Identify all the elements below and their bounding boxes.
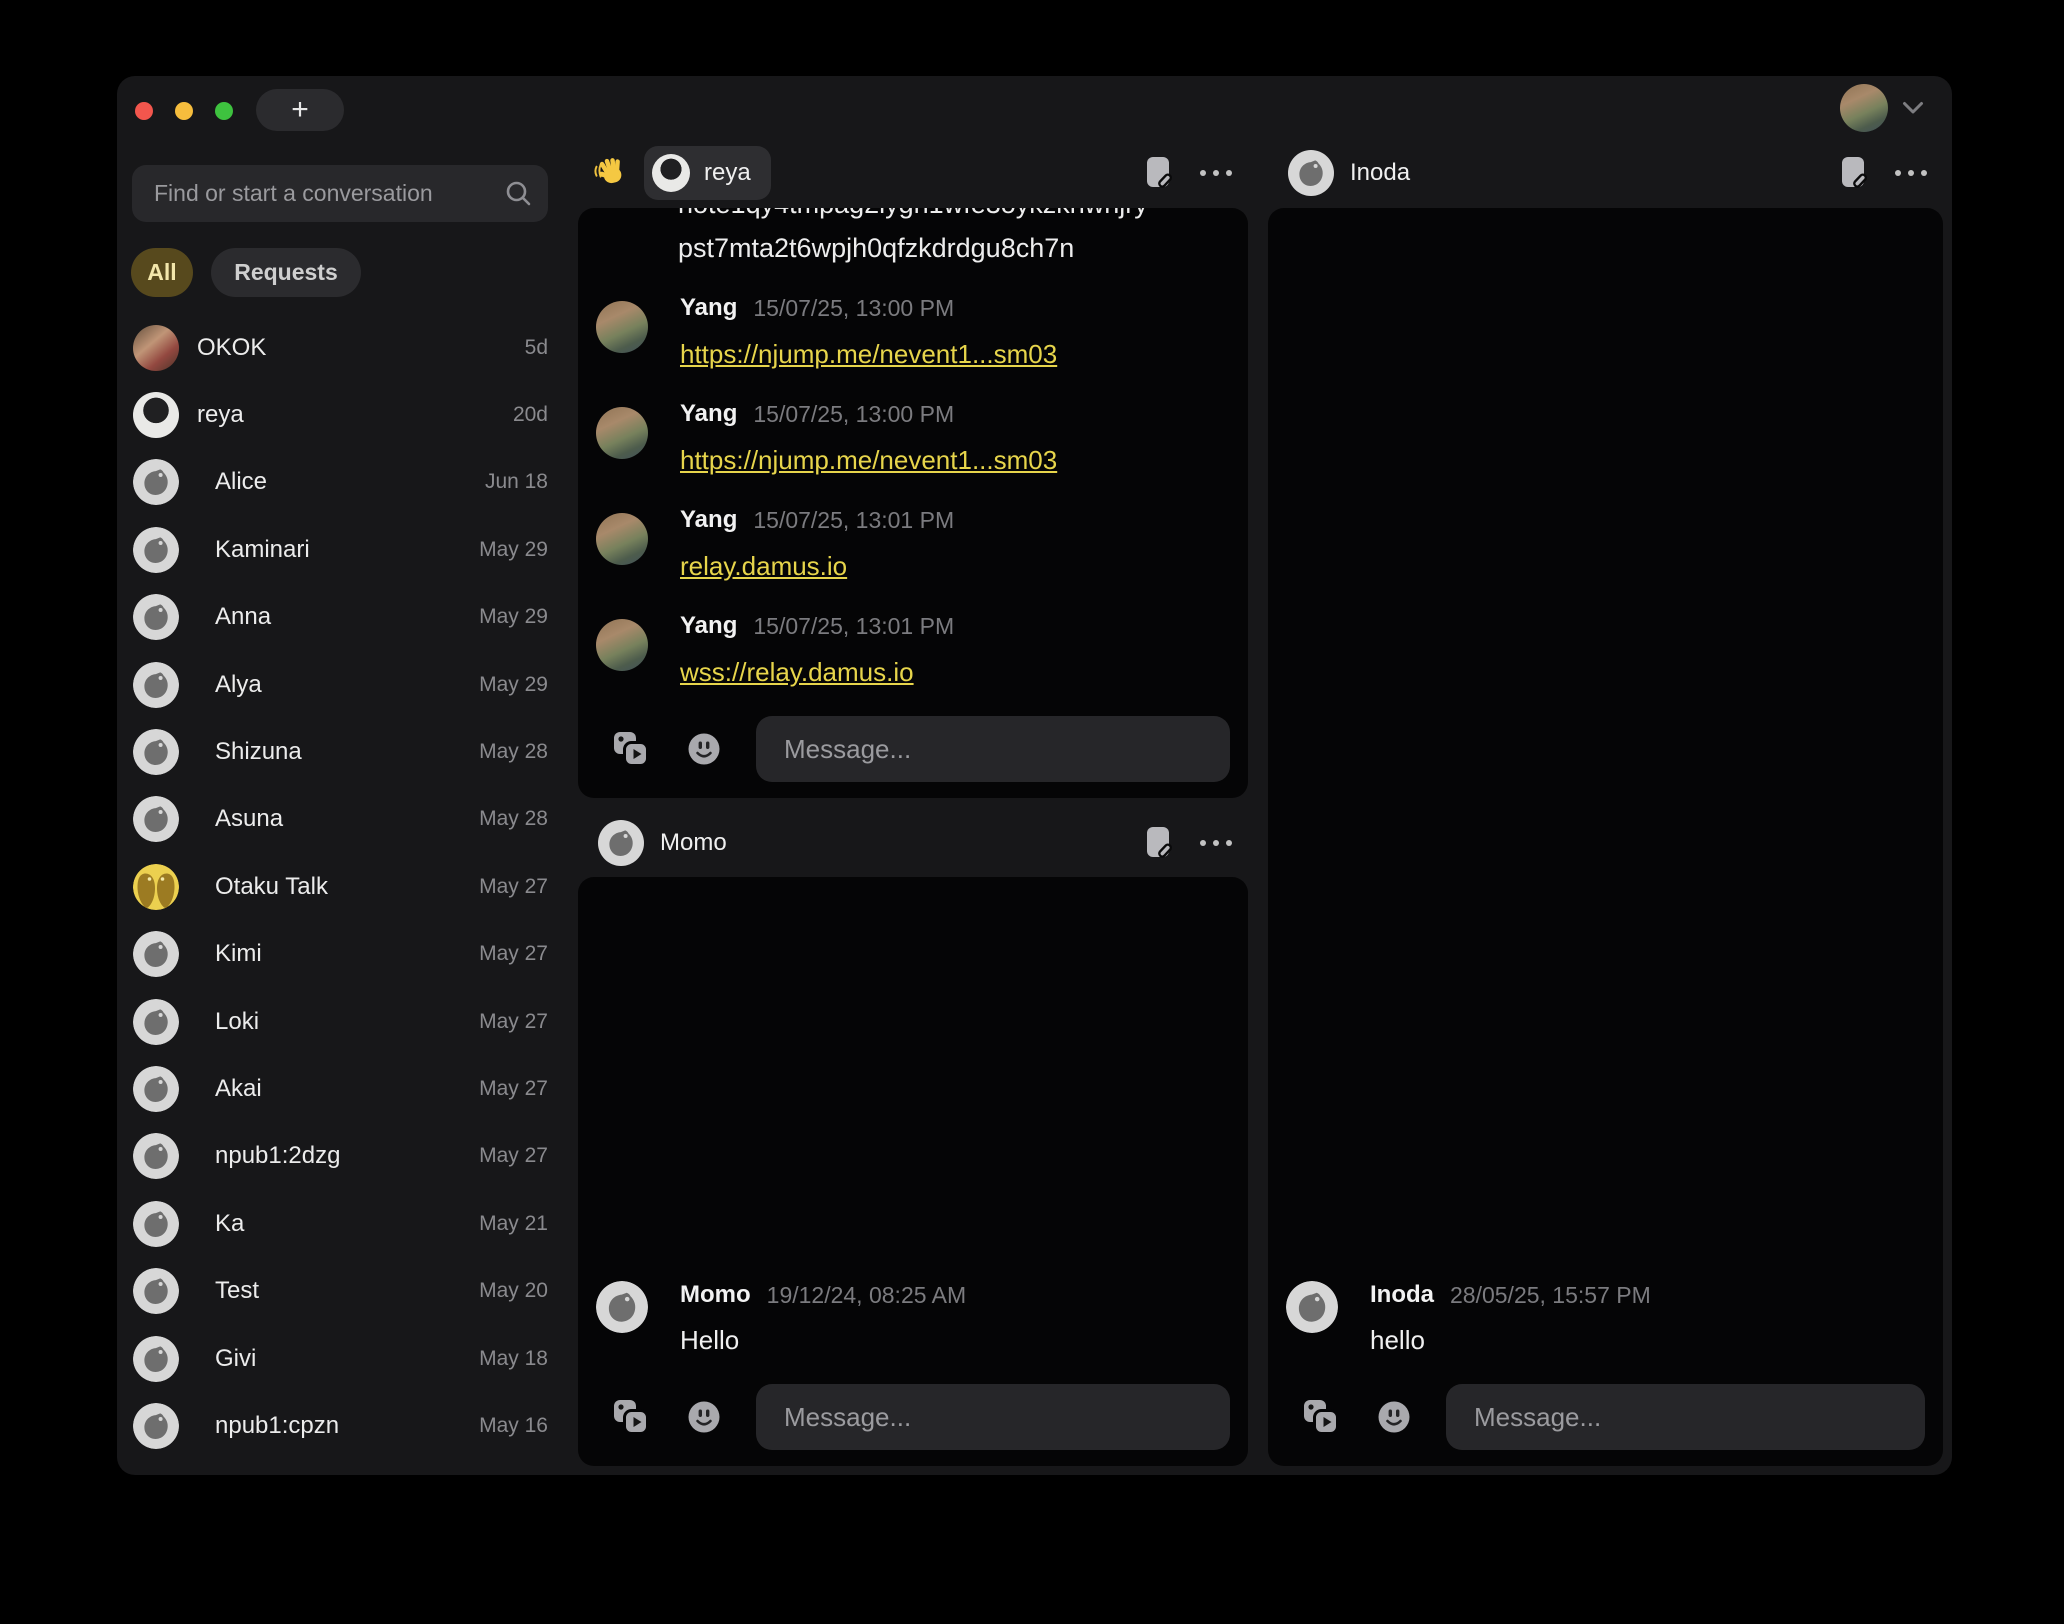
new-tab-button[interactable]: + [256,89,344,131]
message-input[interactable] [756,716,1230,782]
message: Momo 19/12/24, 08:25 AM Hello [596,1279,966,1357]
conversation-row-anna[interactable]: Anna May 29 [133,584,548,651]
conversation-filters: All Requests [131,248,361,297]
avatar [133,325,179,371]
conversation-row-npub1-cpzn[interactable]: npub1:cpzn May 16 [133,1392,548,1459]
message-nostr-id: note1qy4tmpag2lygn1wfe3oykzknwnjry pst7m… [678,208,1228,270]
active-chat-pill[interactable]: reya [644,146,771,200]
default-avatar-icon [133,1066,179,1112]
default-avatar-icon [133,729,179,775]
emoji-icon[interactable] [1377,1400,1411,1434]
message-link[interactable]: https://njump.me/nevent1...sm03 [680,445,1057,475]
close-window-button[interactable] [135,102,153,120]
conversation-list: OKOK 5d reya 20d Alice Jun 18 Kaminari M… [133,314,548,1460]
default-avatar-icon [598,820,644,866]
filter-requests[interactable]: Requests [211,248,361,297]
chat-panel-momo: Momo 19/12/24, 08:25 AM Hello [578,877,1248,1466]
sender-avatar [596,407,648,459]
note-compose-icon[interactable] [1840,156,1867,190]
conversation-row-otaku-talk[interactable]: Otaku Talk May 27 [133,853,548,920]
chat-header-reya: reya [578,140,1248,205]
conversation-row-npub1-2dzg[interactable]: npub1:2dzg May 27 [133,1123,548,1190]
conversation-row-asuna[interactable]: Asuna May 28 [133,786,548,853]
message-input-bar [578,716,1248,782]
default-avatar-icon [133,999,179,1045]
message-link[interactable]: https://njump.me/nevent1...sm03 [680,339,1057,369]
search-input[interactable] [132,165,548,222]
chat-panel-inoda: Inoda 28/05/25, 15:57 PM hello [1268,208,1943,1466]
default-avatar-icon [133,1133,179,1179]
message: Yang 15/07/25, 13:00 PM https://njump.me… [596,293,1057,369]
search-icon [505,180,532,207]
filter-all[interactable]: All [131,248,193,297]
sender-avatar [596,619,648,671]
message-input[interactable] [1446,1384,1925,1450]
more-options-icon[interactable] [1198,834,1234,852]
conversation-row-okok[interactable]: OKOK 5d [133,314,548,381]
wave-icon [592,155,628,191]
avatar [133,392,179,438]
owl-avatar-icon [133,864,179,910]
account-menu[interactable] [1840,84,1924,132]
conversation-row-givi[interactable]: Givi May 18 [133,1325,548,1392]
message-input-bar [578,1384,1248,1450]
message-input[interactable] [756,1384,1230,1450]
sender-avatar [596,301,648,353]
default-avatar-icon [133,796,179,842]
sender-avatar [596,1281,648,1333]
chat-avatar [652,154,690,192]
default-avatar-icon [133,662,179,708]
default-avatar-icon [133,1201,179,1247]
conversation-row-kimi[interactable]: Kimi May 27 [133,921,548,988]
chat-panel-reya: note1qy4tmpag2lygn1wfe3oykzknwnjry pst7m… [578,208,1248,798]
account-avatar[interactable] [1840,84,1888,132]
conversation-row-reya[interactable]: reya 20d [133,381,548,448]
chat-header-inoda: Inoda [1268,140,1943,205]
message-input-bar [1268,1384,1943,1450]
emoji-icon[interactable] [687,732,721,766]
chat-header-momo: Momo [578,810,1248,875]
conversation-row-ka[interactable]: Ka May 21 [133,1190,548,1257]
default-avatar-icon [1288,150,1334,196]
message: Yang 15/07/25, 13:01 PM wss://relay.damu… [596,611,954,687]
message-link[interactable]: wss://relay.damus.io [680,657,954,687]
zoom-window-button[interactable] [215,102,233,120]
note-compose-icon[interactable] [1145,156,1172,190]
sender-avatar [1286,1281,1338,1333]
conversation-row-test[interactable]: Test May 20 [133,1257,548,1324]
default-avatar-icon [133,931,179,977]
minimize-window-button[interactable] [175,102,193,120]
default-avatar-icon [133,459,179,505]
media-attach-icon[interactable] [611,729,651,769]
note-compose-icon[interactable] [1145,826,1172,860]
app-window: + All Requests OKOK 5d reya 20d Alice Ju… [117,76,1952,1475]
chevron-down-icon [1902,101,1924,115]
message: Yang 15/07/25, 13:01 PM relay.damus.io [596,505,954,581]
default-avatar-icon [133,1336,179,1382]
conversation-row-alice[interactable]: Alice Jun 18 [133,449,548,516]
conversation-row-shizuna[interactable]: Shizuna May 28 [133,718,548,785]
conversation-row-alya[interactable]: Alya May 29 [133,651,548,718]
conversation-row-kaminari[interactable]: Kaminari May 29 [133,516,548,583]
message: Yang 15/07/25, 13:00 PM https://njump.me… [596,399,1057,475]
default-avatar-icon [133,1403,179,1449]
default-avatar-icon [133,594,179,640]
more-options-icon[interactable] [1893,164,1929,182]
message: Inoda 28/05/25, 15:57 PM hello [1286,1279,1651,1357]
search-bar [132,165,548,222]
default-avatar-icon [133,527,179,573]
conversation-row-loki[interactable]: Loki May 27 [133,988,548,1055]
sender-avatar [596,513,648,565]
emoji-icon[interactable] [687,1400,721,1434]
message-link[interactable]: relay.damus.io [680,551,954,581]
conversation-row-akai[interactable]: Akai May 27 [133,1055,548,1122]
media-attach-icon[interactable] [611,1397,651,1437]
media-attach-icon[interactable] [1301,1397,1341,1437]
more-options-icon[interactable] [1198,164,1234,182]
default-avatar-icon [133,1268,179,1314]
